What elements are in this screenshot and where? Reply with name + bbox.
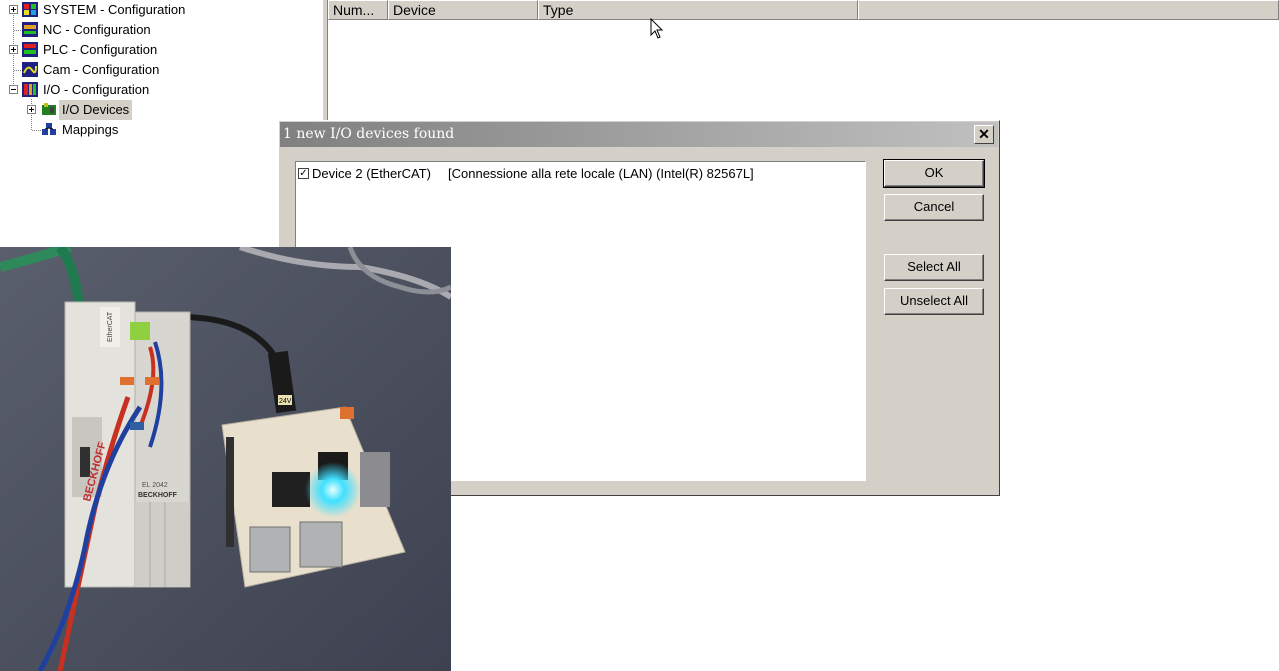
device-name: Device 2 (EtherCAT)	[312, 166, 431, 181]
tree-item-io-configuration[interactable]: I/O - Configuration	[0, 80, 322, 100]
ethercat-label: EtherCAT	[107, 311, 114, 342]
cancel-button[interactable]: Cancel	[884, 194, 984, 221]
module-label: EL 2042	[142, 482, 168, 489]
plc-config-icon	[22, 42, 38, 57]
hardware-photo: BECKHOFF BECKHOFF EL 2042 EtherCAT 24V	[0, 247, 451, 671]
dialog-title: 1 new I/O devices found	[283, 126, 455, 142]
io-devices-icon	[42, 103, 56, 115]
tree-item-label: I/O Devices	[59, 100, 133, 120]
close-icon: ✕	[978, 126, 990, 142]
system-config-icon	[22, 2, 38, 17]
tree-item-label: I/O - Configuration	[43, 82, 150, 97]
column-header-type[interactable]: Type	[538, 0, 858, 20]
tree-item-system-configuration[interactable]: SYSTEM - Configuration	[0, 0, 322, 20]
cam-config-icon	[22, 62, 38, 77]
io-config-icon	[22, 82, 38, 97]
column-header-number[interactable]: Num...	[328, 0, 388, 20]
tree-item-io-devices[interactable]: I/O Devices	[0, 100, 322, 120]
tree-item-nc-configuration[interactable]: NC - Configuration	[0, 20, 322, 40]
expand-icon[interactable]	[27, 105, 36, 114]
column-header-device[interactable]: Device	[388, 0, 538, 20]
select-all-button[interactable]: Select All	[884, 254, 984, 281]
device-adapter: [Connessione alla rete locale (LAN) (Int…	[448, 166, 754, 181]
voltage-label: 24V	[279, 398, 292, 405]
ok-button[interactable]: OK	[883, 159, 985, 188]
brand-label-right: BECKHOFF	[138, 492, 178, 499]
expand-icon[interactable]	[9, 5, 18, 14]
list-item[interactable]: ✓ Device 2 (EtherCAT) [Connessione alla …	[298, 166, 858, 182]
collapse-icon[interactable]	[9, 85, 18, 94]
tree-item-label: PLC - Configuration	[43, 42, 158, 57]
mouse-cursor-icon	[650, 18, 664, 39]
tree-item-label: Mappings	[62, 122, 119, 137]
tree-item-plc-configuration[interactable]: PLC - Configuration	[0, 40, 322, 60]
expand-icon[interactable]	[9, 45, 18, 54]
device-checkbox[interactable]: ✓	[298, 168, 309, 179]
mappings-icon	[42, 123, 56, 135]
tree-item-label: SYSTEM - Configuration	[43, 2, 186, 17]
tree-item-cam-configuration[interactable]: Cam - Configuration	[0, 60, 322, 80]
column-header-empty	[858, 0, 1279, 20]
nc-config-icon	[22, 22, 38, 37]
tree-item-mappings[interactable]: Mappings	[0, 120, 322, 140]
tree-item-label: NC - Configuration	[43, 22, 151, 37]
dialog-titlebar[interactable]: 1 new I/O devices found ✕	[280, 122, 998, 147]
tree-item-label: Cam - Configuration	[43, 62, 160, 77]
unselect-all-button[interactable]: Unselect All	[884, 288, 984, 315]
checkmark-icon: ✓	[299, 168, 308, 179]
close-button[interactable]: ✕	[974, 125, 994, 144]
hardware-photo-drawing: BECKHOFF BECKHOFF EL 2042 EtherCAT 24V	[0, 247, 451, 671]
